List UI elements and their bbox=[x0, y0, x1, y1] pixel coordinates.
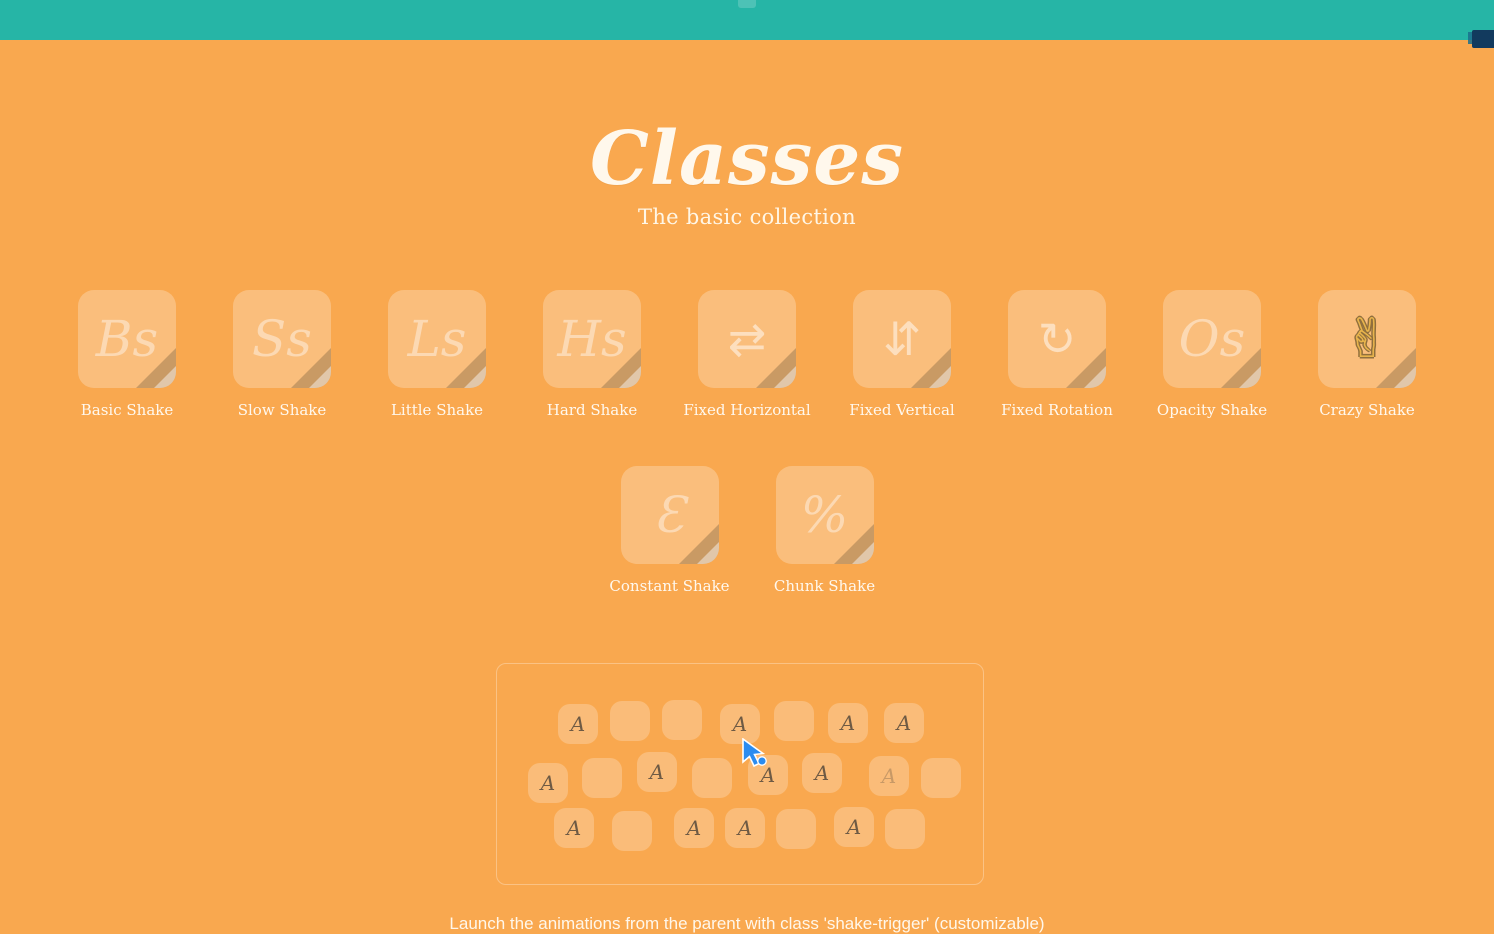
demo-letter: A bbox=[896, 711, 912, 735]
demo-letter-tile[interactable]: A bbox=[558, 704, 598, 744]
folded-corner-icon bbox=[678, 524, 719, 564]
folded-corner-icon bbox=[1376, 348, 1416, 388]
class-tile-basic-shake[interactable]: Bs Basic Shake bbox=[50, 290, 205, 419]
vertical-arrows-icon[interactable]: ⇵ bbox=[853, 290, 951, 388]
demo-letter-tile[interactable]: A bbox=[637, 752, 677, 792]
class-tile-label: Chunk Shake bbox=[773, 577, 876, 595]
class-tile-opacity-shake[interactable]: Os Opacity Shake bbox=[1135, 290, 1290, 419]
demo-letter-tile[interactable] bbox=[885, 809, 925, 849]
demo-letter-tile[interactable]: A bbox=[725, 808, 765, 848]
class-tile-label: Fixed Vertical bbox=[849, 401, 955, 419]
demo-letter-tile[interactable] bbox=[612, 811, 652, 851]
class-tile-slow-shake[interactable]: Ss Slow Shake bbox=[205, 290, 360, 419]
folded-corner-icon bbox=[756, 348, 796, 388]
demo-letter-tile[interactable]: A bbox=[884, 703, 924, 743]
demo-letter-tile[interactable]: A bbox=[528, 763, 568, 803]
opacity-shake-tile[interactable]: Os bbox=[1163, 290, 1261, 388]
basic-shake-tile[interactable]: Bs bbox=[78, 290, 176, 388]
demo-letter-grid: AAAAAAAAAAAAA bbox=[497, 664, 983, 884]
class-tile-row-1: Bs Basic Shake Ss Slow Shake Ls Little Shake H… bbox=[0, 290, 1494, 419]
demo-letter-tile[interactable]: A bbox=[748, 755, 788, 795]
demo-letter-tile[interactable]: A bbox=[869, 756, 909, 796]
demo-letter-tile[interactable]: A bbox=[802, 753, 842, 793]
demo-letter-tile[interactable]: A bbox=[674, 808, 714, 848]
demo-letter: A bbox=[566, 816, 582, 840]
demo-letter: A bbox=[732, 712, 748, 736]
class-tile-label: Constant Shake bbox=[609, 577, 730, 595]
top-teal-bar bbox=[0, 0, 1494, 40]
hero-heading-block: Classes The basic collection bbox=[0, 118, 1494, 230]
class-tile-label: Crazy Shake bbox=[1319, 401, 1415, 419]
folded-corner-icon bbox=[291, 348, 331, 388]
class-tile-label: Slow Shake bbox=[237, 401, 327, 419]
class-tile-fixed-rotation[interactable]: ↻ Fixed Rotation bbox=[980, 290, 1135, 419]
page-root: Classes The basic collection Bs Basic Sha… bbox=[0, 0, 1494, 934]
class-tile-label: Fixed Horizontal bbox=[683, 401, 811, 419]
corner-floating-badge[interactable] bbox=[1472, 30, 1494, 48]
folded-corner-icon bbox=[136, 348, 176, 388]
class-tile-row-2: Ɛ Constant Shake% Chunk Shake bbox=[0, 466, 1494, 595]
demo-letter-tile[interactable] bbox=[774, 701, 814, 741]
demo-letter: A bbox=[881, 764, 897, 788]
class-tile-label: Little Shake bbox=[390, 401, 484, 419]
horizontal-arrows-icon[interactable]: ⇄ bbox=[698, 290, 796, 388]
class-tile-little-shake[interactable]: Ls Little Shake bbox=[360, 290, 515, 419]
demo-letter: A bbox=[840, 711, 856, 735]
demo-letter-tile[interactable] bbox=[610, 701, 650, 741]
folded-corner-icon bbox=[446, 348, 486, 388]
footer-note: Launch the animations from the parent wi… bbox=[449, 914, 1045, 933]
class-tile-label: Hard Shake bbox=[546, 401, 638, 419]
victory-hand-icon[interactable]: ✌ bbox=[1318, 290, 1416, 388]
demo-letter-tile[interactable]: A bbox=[720, 704, 760, 744]
slow-shake-tile[interactable]: Ss bbox=[233, 290, 331, 388]
demo-letter: A bbox=[814, 761, 830, 785]
class-tile-label: Basic Shake bbox=[80, 401, 174, 419]
demo-letter: A bbox=[760, 763, 776, 787]
little-shake-tile[interactable]: Ls bbox=[388, 290, 486, 388]
class-tile-fixed-vertical[interactable]: ⇵ Fixed Vertical bbox=[825, 290, 980, 419]
folded-corner-icon bbox=[1221, 348, 1261, 388]
class-tile-crazy-shake[interactable]: ✌ Crazy Shake bbox=[1290, 290, 1445, 419]
demo-letter: A bbox=[540, 771, 556, 795]
demo-letter-tile[interactable]: A bbox=[828, 703, 868, 743]
demo-letter: A bbox=[649, 760, 665, 784]
class-tile-label: Opacity Shake bbox=[1156, 401, 1268, 419]
class-tile-chunk-shake[interactable]: % Chunk Shake bbox=[747, 466, 902, 595]
demo-letter: A bbox=[737, 816, 753, 840]
shake-trigger-demo-panel[interactable]: AAAAAAAAAAAAA bbox=[496, 663, 984, 885]
folded-corner-icon bbox=[833, 524, 874, 564]
demo-letter-tile[interactable] bbox=[662, 700, 702, 740]
demo-letter: A bbox=[846, 815, 862, 839]
demo-letter-tile[interactable] bbox=[921, 758, 961, 798]
folded-corner-icon bbox=[601, 348, 641, 388]
class-tile-hard-shake[interactable]: Hs Hard Shake bbox=[515, 290, 670, 419]
demo-letter-tile[interactable] bbox=[692, 758, 732, 798]
demo-letter: A bbox=[570, 712, 586, 736]
folded-corner-icon bbox=[1066, 348, 1106, 388]
demo-letter-tile[interactable] bbox=[776, 809, 816, 849]
constant-shake-tile[interactable]: Ɛ bbox=[620, 466, 719, 564]
folded-corner-icon bbox=[911, 348, 951, 388]
page-subtitle: The basic collection bbox=[638, 205, 856, 229]
demo-letter-tile[interactable] bbox=[582, 758, 622, 798]
demo-letter-tile[interactable]: A bbox=[834, 807, 874, 847]
class-tile-fixed-horizontal[interactable]: ⇄ Fixed Horizontal bbox=[670, 290, 825, 419]
class-tile-constant-shake[interactable]: Ɛ Constant Shake bbox=[592, 466, 747, 595]
chunk-shake-tile[interactable]: % bbox=[775, 466, 874, 564]
class-tile-label: Fixed Rotation bbox=[1001, 401, 1113, 419]
page-title: Classes bbox=[589, 116, 905, 202]
topbar-cutoff-glyph bbox=[738, 0, 756, 8]
rotation-arrow-icon[interactable]: ↻ bbox=[1008, 290, 1106, 388]
demo-letter-tile[interactable]: A bbox=[554, 808, 594, 848]
hard-shake-tile[interactable]: Hs bbox=[543, 290, 641, 388]
demo-letter: A bbox=[686, 816, 702, 840]
